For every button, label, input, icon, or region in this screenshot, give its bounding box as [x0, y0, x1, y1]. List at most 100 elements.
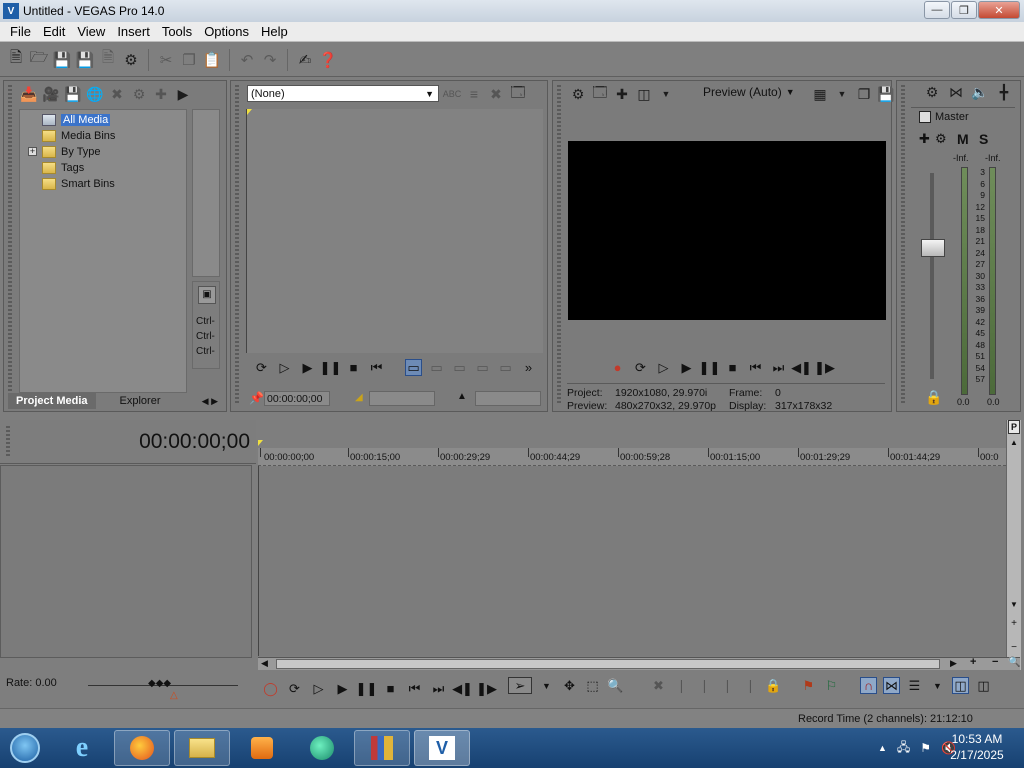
lock-envelopes-icon[interactable]: ◫: [952, 677, 969, 694]
dim-output-icon[interactable]: 🔈: [971, 83, 989, 101]
video-fx-icon[interactable]: ✚: [613, 85, 631, 103]
import-media-icon[interactable]: 📥: [20, 85, 38, 103]
play-from-start-icon[interactable]: ▷: [310, 680, 327, 697]
timeline-vertical-scrollbar[interactable]: P ▲ ▼ + −: [1006, 420, 1021, 670]
stop-icon[interactable]: ■: [724, 359, 741, 376]
tray-expand-icon[interactable]: ▲: [878, 743, 887, 753]
envelope-tool-icon[interactable]: ✥: [561, 677, 578, 694]
add-replace-icon[interactable]: ▭: [474, 359, 491, 376]
volume-fader-knob[interactable]: [921, 239, 945, 257]
capture-video-icon[interactable]: 🎥: [42, 85, 60, 103]
media-player-icon[interactable]: [234, 730, 290, 766]
panel-grip[interactable]: [8, 85, 12, 405]
panel-grip[interactable]: [6, 426, 10, 456]
tab-scroll-arrows-icon[interactable]: ◀ ▶: [194, 393, 226, 409]
file-explorer-icon[interactable]: [174, 730, 230, 766]
pause-icon[interactable]: ❚❚: [356, 680, 378, 697]
media-properties-icon[interactable]: ⚙: [130, 85, 148, 103]
vegas-taskbar-icon[interactable]: V: [414, 730, 470, 766]
previous-frame-icon[interactable]: ◀❚: [791, 359, 812, 376]
trimmer-media-select[interactable]: (None) ▼: [247, 85, 439, 102]
lock-icon[interactable]: 🔒: [925, 389, 942, 406]
solo-button[interactable]: S: [979, 131, 988, 147]
maximize-button[interactable]: ❐: [951, 1, 977, 19]
render-as-icon[interactable]: 🗎: [98, 49, 118, 70]
play-icon[interactable]: ▶: [678, 359, 695, 376]
loop-icon[interactable]: ⟳: [632, 359, 649, 376]
save-as-icon[interactable]: 💾: [75, 50, 95, 70]
overlays-chevron-icon[interactable]: ▼: [833, 85, 851, 103]
insert-region-icon[interactable]: ⚐: [823, 677, 840, 694]
preview-quality-dropdown[interactable]: Preview (Auto) ▼: [703, 85, 795, 99]
add-to-timeline-icon[interactable]: ▭: [405, 359, 422, 376]
copy-icon[interactable]: ❐: [179, 50, 199, 70]
mixer-view-icon[interactable]: ╋: [995, 83, 1013, 101]
preview-screen[interactable]: [568, 141, 886, 320]
cursor-timecode[interactable]: 00:00:00;00: [139, 430, 250, 454]
mute-button[interactable]: M: [957, 131, 969, 147]
save-icon[interactable]: 💾: [52, 50, 72, 70]
tree-item-all-media[interactable]: All Media: [42, 112, 111, 128]
go-to-end-icon[interactable]: ⏭: [430, 680, 447, 697]
menu-help[interactable]: Help: [255, 24, 294, 39]
volume-fader-track[interactable]: [930, 173, 934, 379]
scroll-down-icon[interactable]: ▼: [1009, 600, 1019, 612]
action-center-flag-icon[interactable]: ⚑: [920, 741, 931, 755]
spell-check-icon[interactable]: ABC: [443, 85, 462, 103]
web-media-icon[interactable]: 🌐: [86, 85, 104, 103]
pause-icon[interactable]: ❚❚: [699, 359, 721, 376]
pause-icon[interactable]: ❚❚: [320, 359, 342, 376]
stop-icon[interactable]: ■: [345, 359, 362, 376]
trimmer-area[interactable]: [246, 109, 543, 353]
add-after-icon[interactable]: ▭: [451, 359, 468, 376]
remove-media-icon[interactable]: ✖: [108, 85, 126, 103]
insert-marker-icon[interactable]: ⚑: [800, 677, 817, 694]
more-chevron-icon[interactable]: »: [520, 359, 537, 376]
mixer-properties-gear-icon[interactable]: ⚙: [923, 83, 941, 101]
internet-explorer-icon[interactable]: e: [54, 730, 110, 766]
next-frame-icon[interactable]: ❚▶: [814, 359, 835, 376]
previous-frame-icon[interactable]: ◀❚: [452, 680, 473, 697]
properties-gear-icon[interactable]: ⚙: [121, 50, 141, 70]
minimize-button[interactable]: —: [924, 1, 950, 19]
whats-this-help-icon[interactable]: ❓: [318, 50, 338, 70]
menu-view[interactable]: View: [71, 24, 111, 39]
scroll-right-icon[interactable]: ▶: [950, 658, 957, 669]
panel-grip[interactable]: [901, 85, 905, 405]
downmix-icon[interactable]: ⋈: [947, 83, 965, 101]
zoom-out-vertical-icon[interactable]: −: [1009, 642, 1019, 654]
taskbar-clock[interactable]: 10:53 AM 2/17/2025: [934, 731, 1020, 763]
normal-edit-tool-icon[interactable]: ➢: [508, 677, 532, 694]
trim-start-icon[interactable]: ❘: [696, 677, 713, 694]
loop-icon[interactable]: ⟳: [253, 359, 270, 376]
track-list[interactable]: [0, 465, 252, 658]
delete-icon[interactable]: ✖: [650, 677, 667, 694]
play-media-icon[interactable]: ▶: [174, 85, 192, 103]
overlays-grid-icon[interactable]: ▦: [811, 85, 829, 103]
marker-flag-icon[interactable]: P: [1008, 420, 1020, 434]
panel-grip[interactable]: [557, 85, 561, 405]
close-button[interactable]: ✕: [978, 1, 1020, 19]
media-thumb-icon[interactable]: ▣: [198, 286, 216, 304]
split-icon[interactable]: ❘: [742, 677, 759, 694]
play-from-start-icon[interactable]: ▷: [276, 359, 293, 376]
timeline-ruler[interactable]: 00:00:00;00 00:00:15;00 00:00:29;29 00:0…: [258, 440, 1006, 466]
timeline-horizontal-scrollbar[interactable]: ◀ ▶ + − 🔍: [258, 656, 1020, 670]
save-snapshot-icon[interactable]: 💾: [877, 85, 895, 103]
go-to-start-icon[interactable]: ⏮: [747, 359, 764, 376]
loop-icon[interactable]: ⟳: [286, 680, 303, 697]
next-frame-icon[interactable]: ❚▶: [476, 680, 497, 697]
lock-event-icon[interactable]: 🔒: [765, 677, 782, 694]
expand-plus-icon[interactable]: +: [28, 147, 37, 156]
list-icon[interactable]: ≡: [465, 85, 483, 103]
network-icon[interactable]: 🖧: [897, 738, 910, 759]
trim-icon[interactable]: ❘: [673, 677, 690, 694]
bus-fx-gear-icon[interactable]: ⚙: [935, 131, 947, 147]
edit-tool-icon[interactable]: ✍: [295, 50, 315, 70]
ripple-dropdown-icon[interactable]: ▼: [929, 677, 946, 694]
menu-tools[interactable]: Tools: [156, 24, 198, 39]
redo-icon[interactable]: ↷: [260, 50, 280, 70]
get-media-icon[interactable]: 💾: [64, 85, 82, 103]
open-icon[interactable]: 🗁: [29, 49, 49, 70]
tree-item-smart-bins[interactable]: Smart Bins: [42, 176, 115, 192]
